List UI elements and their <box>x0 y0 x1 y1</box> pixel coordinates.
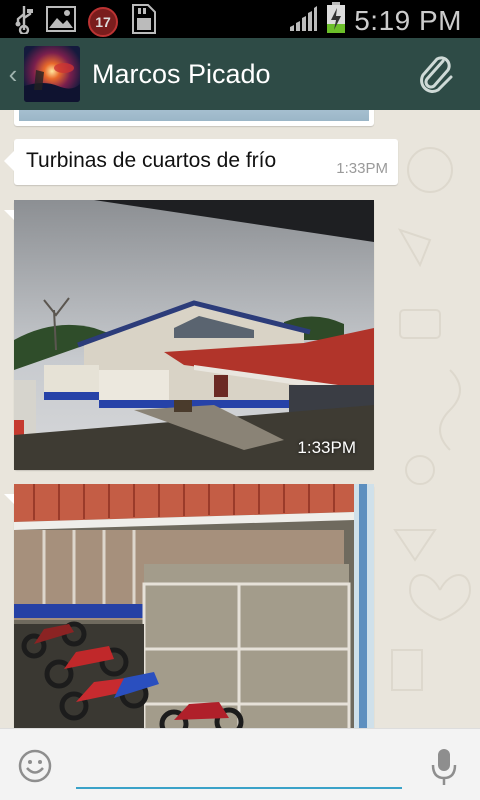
usb-icon <box>14 4 34 39</box>
contact-name[interactable]: Marcos Picado <box>92 59 406 90</box>
conversation[interactable]: Turbinas de cuartos de frío 1:33PM 1:33P… <box>0 110 480 728</box>
system-indicators: 5:19 PM <box>288 2 462 39</box>
status-time: 5:19 PM <box>354 4 462 36</box>
composer-bar <box>0 728 480 800</box>
photo-thumbnail <box>14 200 374 470</box>
emoji-icon[interactable] <box>18 749 52 783</box>
contact-avatar[interactable] <box>24 46 80 102</box>
sd-card-icon <box>130 4 156 39</box>
message-text: Turbinas de cuartos de frío <box>26 149 277 172</box>
image-message[interactable]: 1:33PM <box>4 200 374 470</box>
image-message[interactable] <box>14 110 374 126</box>
battery-charging-icon <box>326 2 346 39</box>
image-icon <box>46 6 76 37</box>
message-time: 1:33PM <box>336 160 388 177</box>
chat-header: ‹ Marcos Picado <box>0 38 480 110</box>
image-message[interactable] <box>4 484 374 728</box>
photo-thumbnail <box>14 484 374 728</box>
back-chevron-icon[interactable]: ‹ <box>2 59 24 90</box>
paperclip-attach-icon[interactable] <box>406 44 466 104</box>
message-input[interactable] <box>76 743 402 789</box>
photo-thumbnail <box>19 110 369 121</box>
calendar-badge-icon: 17 <box>88 6 118 37</box>
notification-icons: 17 <box>14 4 156 39</box>
signal-icon <box>288 3 318 38</box>
text-message[interactable]: Turbinas de cuartos de frío 1:33PM <box>4 139 398 185</box>
status-bar: 17 5:19 PM <box>0 0 480 38</box>
microphone-icon[interactable] <box>430 747 458 787</box>
photo-time: 1:33PM <box>297 438 356 457</box>
